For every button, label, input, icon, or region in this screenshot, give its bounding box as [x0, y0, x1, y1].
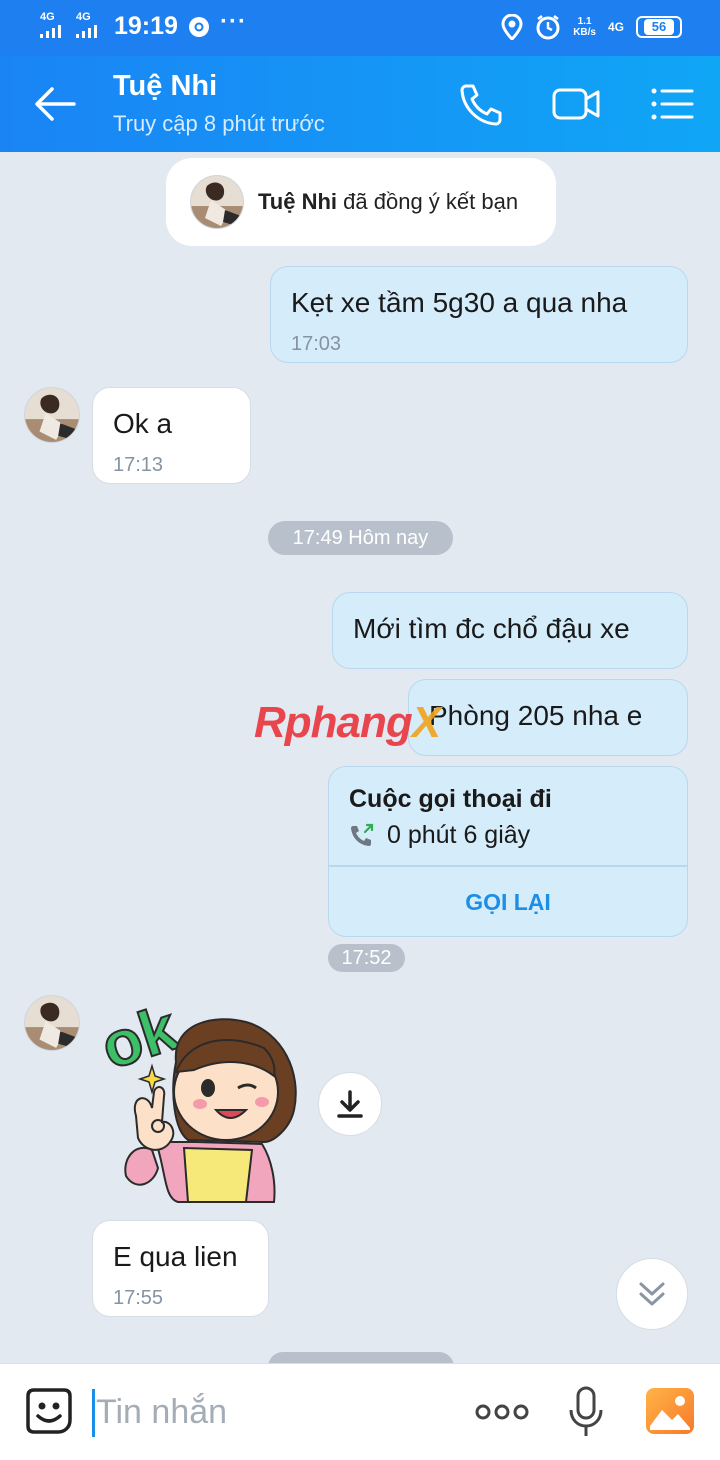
- alarm-icon: [536, 15, 560, 40]
- watermark-logo: RphangX: [254, 698, 441, 748]
- network-type: 4G: [607, 20, 624, 34]
- message-time: 17:55: [113, 1287, 164, 1309]
- contact-name[interactable]: Tuệ Nhi: [113, 70, 217, 103]
- time-divider: 17:52: [328, 944, 405, 972]
- contact-avatar[interactable]: [190, 175, 244, 229]
- message-time: 17:13: [113, 454, 164, 476]
- ok-girl-sticker[interactable]: ok: [96, 992, 306, 1206]
- sticker-emoji-icon[interactable]: [24, 1386, 74, 1436]
- date-divider: 17:49 Hôm nay: [268, 521, 453, 555]
- message-text: Kẹt xe tầm 5g30 a qua nha: [291, 287, 628, 318]
- status-bar: 4G 4G 19:19 ··· 1.1 KB/s 4G 56: [0, 0, 720, 56]
- menu-list-icon[interactable]: [648, 82, 696, 126]
- message-time: 17:03: [291, 333, 342, 355]
- clock: 19:19: [114, 12, 178, 40]
- signal-1-icon: 4G: [40, 12, 61, 38]
- download-sticker-button[interactable]: [318, 1072, 382, 1136]
- call-back-button[interactable]: GỌI LẠI: [329, 867, 687, 936]
- back-arrow-icon[interactable]: [34, 86, 76, 122]
- message-incoming[interactable]: Ok a 17:13: [92, 387, 251, 484]
- contact-avatar[interactable]: [24, 995, 80, 1051]
- last-seen-status: Truy cập 8 phút trước: [113, 111, 325, 136]
- call-title: Cuộc gọi thoại đi: [349, 785, 552, 813]
- more-notifications: ···: [220, 8, 247, 35]
- friend-accepted-notice: Tuệ Nhi đã đồng ý kết bạn: [166, 158, 556, 246]
- more-options-icon[interactable]: [474, 1394, 530, 1430]
- text-cursor: [92, 1389, 95, 1437]
- message-incoming[interactable]: E qua lien 17:55: [92, 1220, 269, 1317]
- watermark-text: Rphang: [254, 698, 413, 747]
- message-text: E qua lien: [113, 1241, 238, 1272]
- message-outgoing[interactable]: Kẹt xe tầm 5g30 a qua nha 17:03: [270, 266, 688, 363]
- signal-1-label: 4G: [40, 11, 55, 23]
- outgoing-call-icon: [351, 823, 374, 846]
- download-icon: [337, 1090, 363, 1118]
- friend-accepted-text: Tuệ Nhi đã đồng ý kết bạn: [258, 189, 518, 215]
- net-speed-value: 1.1: [577, 16, 592, 27]
- double-chevron-down-icon: [639, 1282, 665, 1306]
- scroll-to-bottom-button[interactable]: [616, 1258, 688, 1330]
- gallery-image-icon[interactable]: [644, 1386, 696, 1436]
- message-text: Mới tìm đc chổ đậu xe: [353, 613, 630, 644]
- battery-icon: 56: [636, 16, 682, 38]
- video-call-icon[interactable]: [552, 82, 600, 126]
- message-input[interactable]: [96, 1384, 446, 1440]
- battery-level: 56: [643, 19, 675, 35]
- system-message-text: đã đồng ý kết bạn: [343, 189, 519, 214]
- message-text: Ok a: [113, 408, 173, 439]
- net-speed-unit: KB/s: [573, 27, 596, 38]
- message-input-bar: [0, 1363, 720, 1460]
- message-text: Phòng 205 nha e: [429, 700, 643, 731]
- chat-header: Tuệ Nhi Truy cập 8 phút trước: [0, 56, 720, 152]
- browser-icon: [189, 17, 209, 37]
- call-log-card[interactable]: Cuộc gọi thoại đi 0 phút 6 giây GỌI LẠI: [328, 766, 688, 937]
- microphone-icon[interactable]: [566, 1384, 606, 1440]
- phone-icon[interactable]: [458, 82, 506, 126]
- system-message-name: Tuệ Nhi: [258, 189, 338, 214]
- net-speed: 1.1 KB/s: [573, 16, 596, 38]
- call-duration: 0 phút 6 giây: [387, 821, 531, 849]
- message-outgoing[interactable]: Phòng 205 nha e: [408, 679, 688, 756]
- watermark-x: X: [411, 698, 441, 747]
- signal-2-label: 4G: [76, 11, 91, 23]
- contact-avatar[interactable]: [24, 387, 80, 443]
- sticker-ok-text: ok: [96, 992, 186, 1083]
- location-icon: [501, 14, 523, 40]
- message-outgoing[interactable]: Mới tìm đc chổ đậu xe: [332, 592, 688, 669]
- signal-2-icon: 4G: [76, 12, 97, 38]
